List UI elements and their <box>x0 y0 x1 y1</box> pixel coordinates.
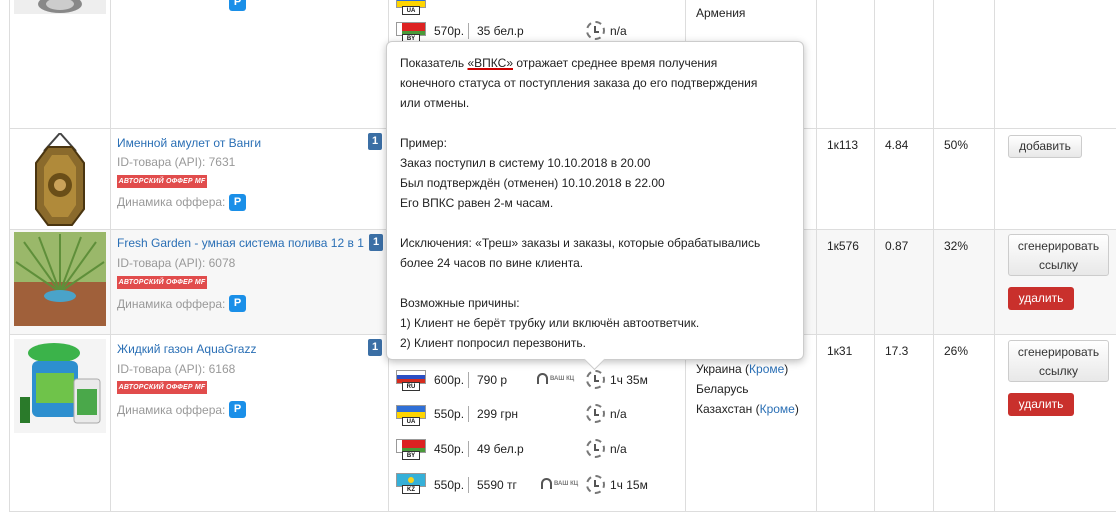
product-image <box>35 133 85 226</box>
call-center-icon: ВАШ КЦ <box>541 478 578 489</box>
vpks-term: «ВПКС» <box>467 56 514 70</box>
count-badge: 1 <box>369 234 383 251</box>
dynamics-label: Динамика оффера: <box>117 297 226 311</box>
dynamics-badge[interactable]: P <box>229 401 246 418</box>
metric-epc: 0.87 <box>885 239 909 253</box>
clock-icon <box>586 439 605 458</box>
product-api-id: ID-товара (API): 6078 <box>117 256 236 270</box>
metric-clicks: 1к576 <box>827 239 859 253</box>
clock-icon <box>586 370 605 389</box>
flag-by-icon: BY <box>396 22 426 43</box>
price-main: 600р. <box>434 373 465 387</box>
dynamics-label: Динамика оффера: <box>117 403 226 417</box>
product-name-link[interactable]: Жидкий газон AquaGrazz <box>117 342 367 356</box>
metric-approve: 50% <box>944 138 969 152</box>
flag-ua-icon: UA <box>396 405 426 426</box>
clock-icon <box>586 475 605 494</box>
price-local: 49 бел.р <box>477 442 524 456</box>
delete-button[interactable]: удалить <box>1008 393 1074 416</box>
product-name-link[interactable]: Fresh Garden - умная система полива 12 в… <box>117 236 367 250</box>
flag-by-icon: BY <box>396 439 426 460</box>
flag-kz-icon: KZ <box>396 473 426 494</box>
price-local: 299 грн <box>477 407 519 421</box>
product-api-id: ID-товара (API): 6168 <box>117 362 236 376</box>
vpks-time: 1ч 15м <box>610 478 648 492</box>
dynamics-badge[interactable]: P <box>229 0 246 11</box>
metric-approve: 26% <box>944 344 969 358</box>
author-offer-badge: АВТОРСКИЙ ОФФЕР MF <box>117 276 207 289</box>
price-local: 790 р <box>477 373 508 387</box>
price-local: 5590 тг <box>477 478 517 492</box>
price-main: 570р. <box>434 24 465 38</box>
product-image <box>14 0 106 14</box>
table-row: Жидкий газон AquaGrazz 1 ID-товара (API)… <box>9 335 1116 512</box>
flag-ua-icon: UA <box>396 0 426 15</box>
dynamics-badge[interactable]: P <box>229 194 246 211</box>
dynamics-badge[interactable]: P <box>229 295 246 312</box>
product-api-id: ID-товара (API): 7631 <box>117 155 236 169</box>
vpks-time: 1ч 35м <box>610 373 648 387</box>
price-main: 450р. <box>434 442 465 456</box>
product-image <box>14 339 106 433</box>
price-main: 550р. <box>434 407 465 421</box>
price-main: 550р. <box>434 478 465 492</box>
metric-epc: 4.84 <box>885 138 909 152</box>
call-center-icon: ВАШ КЦ <box>537 373 574 384</box>
vpks-time: n/a <box>610 24 627 38</box>
geo-item: Украина (Кроме) <box>696 362 789 376</box>
product-name-link[interactable]: Именной амулет от Ванги <box>117 136 367 150</box>
flag-ru-icon: RU <box>396 370 426 391</box>
geo-item: Беларусь <box>696 382 749 396</box>
geo-country: Армения <box>696 6 746 20</box>
author-offer-badge: АВТОРСКИЙ ОФФЕР MF <box>117 381 207 394</box>
geo-item: Казахстан (Кроме) <box>696 402 799 416</box>
metric-clicks: 1к31 <box>827 344 853 358</box>
metric-clicks: 1к113 <box>827 138 859 152</box>
product-image <box>14 232 106 326</box>
dynamics-label: Динамика оффера: <box>117 195 226 209</box>
vpks-tooltip: Показатель «ВПКС» отражает среднее время… <box>386 41 804 360</box>
metric-approve: 32% <box>944 239 969 253</box>
generate-link-button[interactable]: сгенерировать ссылку <box>1008 234 1109 276</box>
except-link[interactable]: Кроме <box>749 362 784 376</box>
except-link[interactable]: Кроме <box>760 402 795 416</box>
vpks-time: n/a <box>610 407 627 421</box>
delete-button[interactable]: удалить <box>1008 287 1074 310</box>
generate-link-button[interactable]: сгенерировать ссылку <box>1008 340 1109 382</box>
clock-icon <box>586 404 605 423</box>
count-badge: 1 <box>368 339 382 356</box>
author-offer-badge: АВТОРСКИЙ ОФФЕР MF <box>117 175 207 188</box>
price-local: 35 бел.р <box>477 24 524 38</box>
add-button[interactable]: добавить <box>1008 135 1082 158</box>
clock-icon <box>586 21 605 40</box>
count-badge: 1 <box>368 133 382 150</box>
vpks-time: n/a <box>610 442 627 456</box>
metric-epc: 17.3 <box>885 344 909 358</box>
